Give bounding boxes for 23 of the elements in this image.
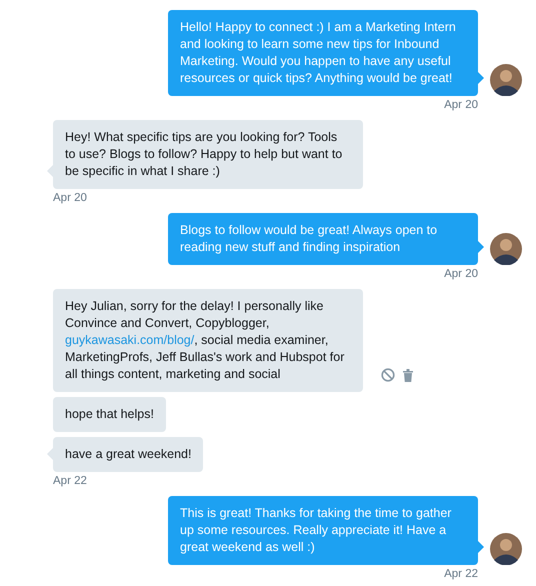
timestamp: Apr 22	[53, 475, 87, 487]
block-icon[interactable]	[381, 368, 395, 382]
bubble-tail	[478, 72, 484, 84]
avatar[interactable]	[490, 64, 522, 96]
trash-icon[interactable]	[403, 368, 413, 382]
message-bubble: This is great! Thanks for taking the time to gather up some resources. Really appreciate it! Have a great weekend as well :)	[168, 496, 478, 565]
timestamp: Apr 20	[444, 99, 478, 111]
bubble-tail	[478, 241, 484, 253]
timestamp: Apr 20	[444, 268, 478, 280]
bubble-tail	[47, 448, 53, 460]
avatar[interactable]	[490, 233, 522, 265]
message-bubble: Hey! What specific tips are you looking for? Tools to use? Blogs to follow? Happy to help but want to be specific in what I share :)	[53, 120, 363, 189]
avatar[interactable]	[490, 533, 522, 565]
link[interactable]: guykawasaki.com/blog/	[65, 333, 194, 347]
message-bubble: hope that helps!	[53, 397, 166, 432]
message-bubble: have a great weekend!	[53, 437, 204, 472]
bubble-tail	[47, 165, 53, 177]
message-bubble: Hey Julian, sorry for the delay! I personally like Convince and Convert, Copyblogger, guykawasaki.com/blog/, social media examiner, MarketingProfs, Jeff Bullas's work and Hubspot for all things content, marketing and social	[53, 289, 363, 392]
message-bubble: Blogs to follow would be great! Always open to reading new stuff and finding inspiration	[168, 213, 478, 265]
timestamp: Apr 22	[444, 568, 478, 580]
timestamp: Apr 20	[53, 192, 87, 204]
bubble-tail	[478, 541, 484, 553]
message-bubble: Hello! Happy to connect :) I am a Marketing Intern and looking to learn some new tips for Inbound Marketing. Would you happen to have any useful resources or quick tips? Anything would be great!	[168, 10, 478, 96]
